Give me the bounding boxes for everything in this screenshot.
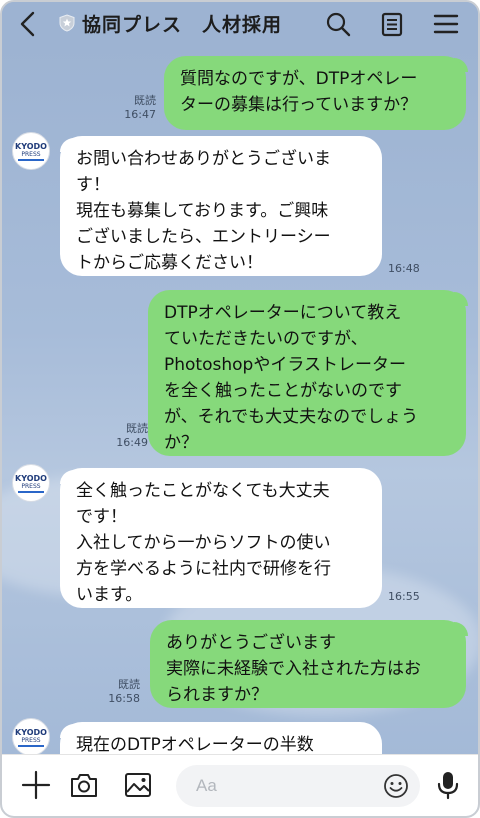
avatar-logo-text: KYODO — [15, 141, 47, 151]
avatar[interactable]: KYODO PRESS — [12, 718, 50, 756]
smile-icon[interactable] — [382, 772, 410, 800]
message-bubble-incoming[interactable]: 現在のDTPオペレーターの半数 — [60, 722, 382, 758]
message-time: 16:55 — [388, 590, 420, 603]
message-meta: 既読 16:47 — [114, 94, 156, 122]
message-meta: 既読 16:58 — [98, 678, 140, 706]
avatar[interactable]: KYODO PRESS — [12, 464, 50, 502]
message-bubble-outgoing[interactable]: DTPオペレーターについて教え ていただきたいのですが、 Photoshopやイ… — [148, 290, 466, 456]
avatar-logo-bar — [18, 744, 44, 747]
message-list[interactable]: 既読 16:47 質問なのですが、DTPオペレー ターの募集は行っていますか？ … — [2, 46, 478, 758]
avatar-logo-subtext: PRESS — [21, 150, 41, 158]
message-time: 16:58 — [108, 692, 140, 705]
microphone-icon[interactable] — [432, 769, 464, 801]
avatar-logo-text: KYODO — [15, 727, 47, 737]
avatar-logo-bar — [18, 158, 44, 161]
chat-screen: 協同プレス 人材採用 既読 16:47 質問なのですが、DTPオペレー ターの募… — [0, 0, 480, 818]
read-receipt: 既読 — [126, 422, 148, 435]
menu-icon[interactable] — [432, 10, 460, 38]
notes-icon[interactable] — [378, 10, 406, 38]
message-time: 16:47 — [124, 108, 156, 121]
read-receipt: 既読 — [134, 94, 156, 107]
chat-title[interactable]: 協同プレス 人材採用 — [82, 10, 282, 37]
message-bubble-outgoing[interactable]: ありがとうございます 実際に未経験で入社された方はお られますか？ — [150, 620, 466, 708]
composer-bar: Aa — [2, 754, 478, 816]
avatar[interactable]: KYODO PRESS — [12, 132, 50, 170]
camera-icon[interactable] — [68, 769, 100, 801]
plus-icon[interactable] — [20, 769, 52, 801]
message-bubble-incoming[interactable]: 全く触ったことがなくても大丈夫 です！ 入社してから一からソフトの使い 方を学べ… — [60, 468, 382, 608]
message-input-placeholder: Aa — [196, 776, 217, 795]
avatar-logo-subtext: PRESS — [21, 736, 41, 744]
message-input[interactable]: Aa — [176, 765, 420, 807]
official-badge-icon — [59, 14, 75, 32]
message-meta: 既読 16:49 — [106, 422, 148, 450]
message-bubble-incoming[interactable]: お問い合わせありがとうございま す！ 現在も募集しております。ご興味 ございまし… — [60, 136, 382, 276]
image-icon[interactable] — [122, 769, 154, 801]
avatar-logo-bar — [18, 490, 44, 493]
avatar-logo-text: KYODO — [15, 473, 47, 483]
back-arrow-icon[interactable] — [16, 10, 40, 38]
message-time: 16:48 — [388, 262, 420, 275]
message-time: 16:49 — [116, 436, 148, 449]
read-receipt: 既読 — [118, 678, 140, 691]
chat-header: 協同プレス 人材採用 — [2, 2, 478, 46]
avatar-logo-subtext: PRESS — [21, 482, 41, 490]
search-icon[interactable] — [324, 10, 352, 38]
message-bubble-outgoing[interactable]: 質問なのですが、DTPオペレー ターの募集は行っていますか？ — [164, 56, 466, 130]
